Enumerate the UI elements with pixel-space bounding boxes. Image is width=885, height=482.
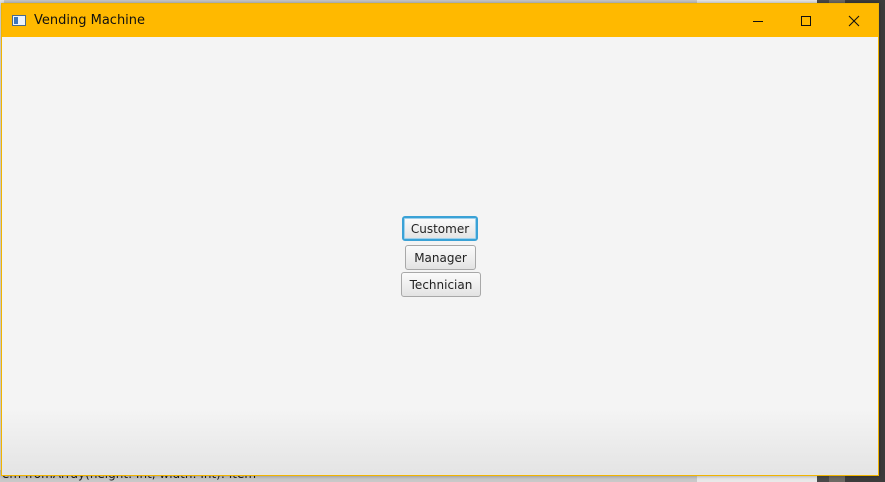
- maximize-button[interactable]: [782, 4, 830, 37]
- manager-button[interactable]: Manager: [405, 245, 476, 270]
- close-icon: [848, 15, 860, 26]
- window-content: Customer Manager Technician: [2, 37, 878, 475]
- maximize-icon: [801, 15, 811, 26]
- title-bar[interactable]: Vending Machine: [2, 4, 878, 37]
- window-title: Vending Machine: [34, 13, 146, 28]
- customer-button[interactable]: Customer: [402, 216, 478, 241]
- technician-button[interactable]: Technician: [401, 272, 481, 297]
- window-controls: [734, 4, 878, 37]
- vending-machine-window: Vending Machine Customer Manager Technic…: [1, 3, 879, 476]
- minimize-button[interactable]: [734, 4, 782, 37]
- minimize-icon: [753, 20, 763, 22]
- close-button[interactable]: [830, 4, 878, 37]
- java-app-icon: [12, 15, 26, 26]
